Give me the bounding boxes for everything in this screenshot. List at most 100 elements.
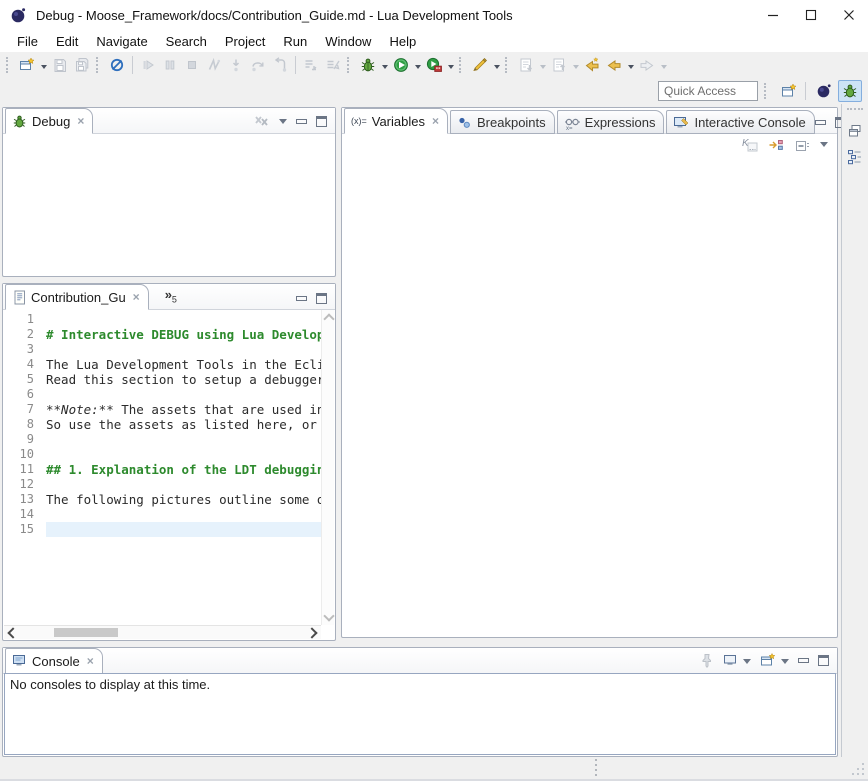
run-external-tools-dropdown[interactable] [445,54,456,76]
run-dropdown[interactable] [412,54,423,76]
forward-dropdown[interactable] [658,54,669,76]
editor-line[interactable]: 8 So use the assets as listed here, or [4,417,321,432]
menu-item[interactable]: Help [380,32,425,51]
menu-item[interactable]: Edit [47,32,87,51]
perspective-bar-handle[interactable] [764,83,769,99]
variables-content-area[interactable]: K [343,134,836,636]
toolbar-drag-handle[interactable] [505,57,510,73]
mark-occurrences-button[interactable] [469,54,491,76]
horizontal-scrollbar[interactable] [4,625,321,639]
use-step-filters-button[interactable] [322,54,344,76]
window-maximize-button[interactable] [792,0,830,30]
mark-occurrences-dropdown[interactable] [491,54,502,76]
editor-line[interactable]: 5 Read this section to setup a debugger [4,372,321,387]
editor-line[interactable]: 12 [4,477,321,492]
editor-line[interactable]: 4 The Lua Development Tools in the Ecli [4,357,321,372]
back-dropdown[interactable] [625,54,636,76]
lua-perspective-button[interactable] [812,80,836,102]
code-area[interactable]: 1 2 # Interactive DEBUG using Lua Develo… [4,310,321,625]
scroll-left-icon[interactable] [7,627,18,638]
maximize-view-icon[interactable] [316,116,327,127]
view-menu-icon[interactable] [279,119,287,128]
new-wizard-button[interactable] [16,54,38,76]
strip-drag-handle[interactable] [847,108,863,114]
toolbar-drag-handle[interactable] [459,57,464,73]
step-over-button[interactable] [247,54,269,76]
show-type-names-icon[interactable]: K [741,137,758,153]
step-return-button[interactable] [269,54,291,76]
debug-tree-area[interactable] [4,134,334,275]
toolbar-drag-handle[interactable] [6,57,11,73]
display-console-dropdown-icon[interactable] [743,659,751,668]
next-annotation-button[interactable] [515,54,537,76]
quick-access-input[interactable] [658,81,758,101]
restore-views-button[interactable] [844,120,866,142]
resume-button[interactable] [137,54,159,76]
menu-item[interactable]: Window [316,32,380,51]
display-selected-console-icon[interactable] [723,653,738,668]
tab-variables[interactable]: (x)= Variables × [344,108,448,134]
terminate-button[interactable] [181,54,203,76]
minimize-view-icon[interactable] [815,120,826,125]
menu-item[interactable]: Search [157,32,216,51]
editor-line[interactable]: 11 ## 1. Explanation of the LDT debuggin [4,462,321,477]
scroll-right-icon[interactable] [306,627,317,638]
drop-to-frame-button[interactable] [300,54,322,76]
open-console-icon[interactable] [760,653,776,668]
sash-handle[interactable] [594,757,598,777]
editor-line[interactable]: 2 # Interactive DEBUG using Lua Develop [4,327,321,342]
minimize-view-icon[interactable] [296,296,307,301]
maximize-view-icon[interactable] [818,655,829,666]
step-into-button[interactable] [225,54,247,76]
tab-interactive-console[interactable]: Interactive Console [666,110,814,134]
toolbar-drag-handle[interactable] [347,57,352,73]
editor-line[interactable]: 3 [4,342,321,357]
vertical-scrollbar[interactable] [321,310,334,625]
tab-contribution-guide[interactable]: Contribution_Gu × [5,284,149,310]
tab-expressions[interactable]: x= Expressions [557,110,665,134]
debug-button[interactable] [357,54,379,76]
editor-line[interactable]: 10 [4,447,321,462]
save-button[interactable] [49,54,71,76]
scroll-down-icon[interactable] [323,610,334,621]
remove-all-terminated-icon[interactable] [254,114,270,128]
window-close-button[interactable] [830,0,868,30]
back-button[interactable] [603,54,625,76]
tab-debug[interactable]: Debug × [5,108,93,134]
scroll-up-icon[interactable] [323,313,334,324]
show-logical-structures-icon[interactable] [768,137,784,153]
previous-annotation-dropdown[interactable] [570,54,581,76]
last-edit-location-button[interactable] [581,54,603,76]
run-button[interactable] [390,54,412,76]
tab-breakpoints[interactable]: Breakpoints [450,110,555,134]
pin-console-icon[interactable] [699,653,714,668]
previous-annotation-button[interactable] [548,54,570,76]
editor-line[interactable]: 13 The following pictures outline some o [4,492,321,507]
scrollbar-thumb[interactable] [54,628,118,637]
open-perspective-button[interactable] [777,80,801,102]
menu-item[interactable]: File [8,32,47,51]
editor-line[interactable]: 14 [4,507,321,522]
close-icon[interactable]: × [87,654,94,668]
editor-line[interactable]: 6 [4,387,321,402]
editor-line[interactable]: 9 [4,432,321,447]
menu-item[interactable]: Project [216,32,274,51]
editor-line[interactable]: 7 **Note:** The assets that are used in [4,402,321,417]
forward-button[interactable] [636,54,658,76]
save-all-button[interactable] [71,54,93,76]
maximize-view-icon[interactable] [316,293,327,304]
editor-line[interactable]: 15 [4,522,321,537]
next-annotation-dropdown[interactable] [537,54,548,76]
disconnect-button[interactable] [203,54,225,76]
tab-console[interactable]: Console × [5,648,103,674]
close-icon[interactable]: × [77,114,84,128]
new-wizard-dropdown[interactable] [38,54,49,76]
close-icon[interactable]: × [133,290,140,304]
outline-view-button[interactable] [844,146,866,168]
collapse-all-icon[interactable] [794,137,810,153]
minimize-view-icon[interactable] [296,119,307,124]
run-external-tools-button[interactable] [423,54,445,76]
window-resize-grip[interactable] [850,761,864,775]
hidden-editors-chevron[interactable]: »5 [165,287,177,305]
view-menu-icon[interactable] [820,142,828,151]
